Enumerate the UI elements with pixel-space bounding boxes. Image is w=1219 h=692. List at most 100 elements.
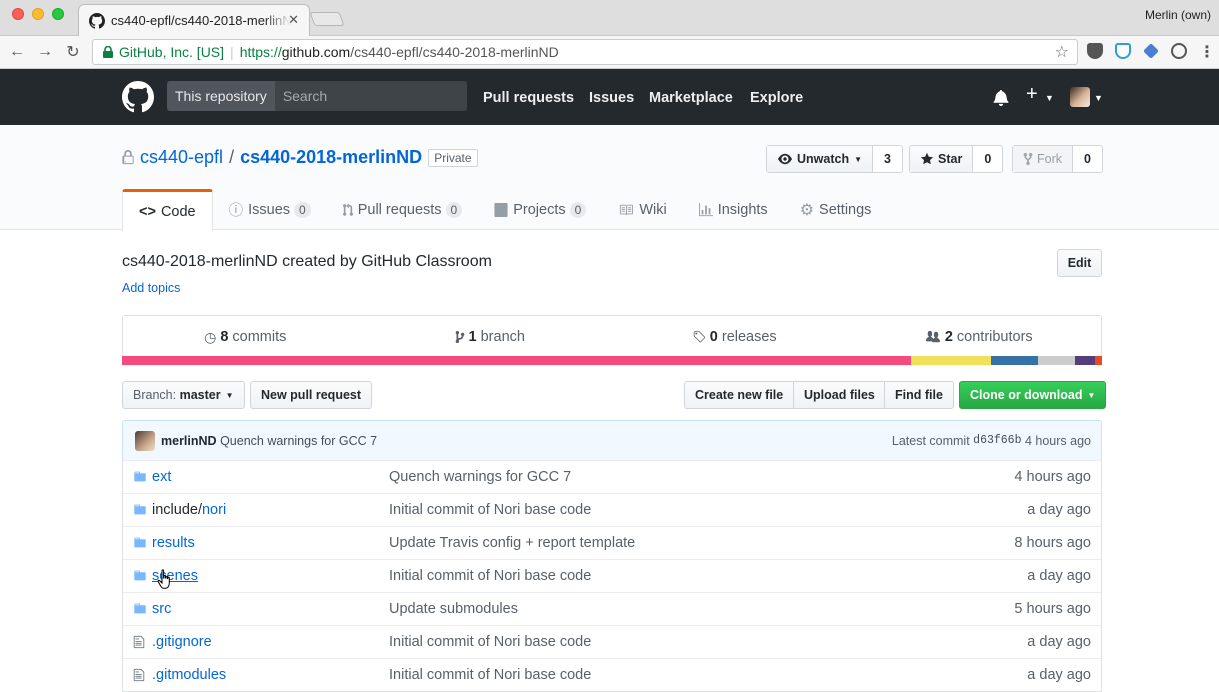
- close-tab-icon[interactable]: ✕: [288, 12, 299, 28]
- fork-count[interactable]: 0: [1073, 146, 1102, 172]
- file-age: a day ago: [1027, 568, 1091, 584]
- create-new-file-button[interactable]: Create new file: [684, 381, 795, 409]
- language-segment[interactable]: [1038, 356, 1075, 365]
- private-badge: Private: [428, 148, 478, 167]
- author-avatar[interactable]: [135, 430, 155, 451]
- file-commit-message[interactable]: Initial commit of Nori base code: [389, 502, 591, 518]
- tab-issues[interactable]: ⓘ Issues 0: [213, 189, 327, 230]
- file-row: ext Quench warnings for GCC 7 4 hours ago: [123, 460, 1101, 493]
- branch-caret-icon: ▼: [225, 390, 234, 400]
- language-segment[interactable]: [910, 356, 992, 365]
- forward-icon[interactable]: →: [34, 41, 56, 63]
- create-new-icon[interactable]: +: [1026, 83, 1038, 106]
- user-avatar[interactable]: [1070, 87, 1090, 107]
- sync-extension-icon[interactable]: [1171, 43, 1187, 59]
- unwatch-button[interactable]: Unwatch ▼: [767, 146, 874, 172]
- fork-button-group: Fork 0: [1012, 145, 1103, 173]
- star-icon: [920, 152, 934, 165]
- code-icon: <>: [139, 203, 156, 220]
- back-icon[interactable]: ←: [6, 41, 28, 63]
- branch-count: 1: [468, 329, 477, 345]
- repo-title-separator: /: [229, 147, 235, 167]
- file-commit-message[interactable]: Initial commit of Nori base code: [389, 667, 591, 683]
- search-input[interactable]: Search: [275, 88, 327, 104]
- github-logo-icon[interactable]: [122, 81, 154, 113]
- upload-files-button[interactable]: Upload files: [793, 381, 886, 409]
- file-name-link[interactable]: .gitmodules: [152, 667, 226, 683]
- tab-code[interactable]: <> Code: [122, 189, 213, 231]
- clone-or-download-button[interactable]: Clone or download ▼: [959, 381, 1107, 409]
- tab-wiki[interactable]: Wiki: [602, 189, 682, 230]
- branch-select-button[interactable]: Branch: master ▼: [122, 381, 245, 409]
- shield-extension-icon[interactable]: [1115, 43, 1131, 59]
- reload-icon[interactable]: ↻: [62, 41, 84, 63]
- tab-pull-requests-label: Pull requests: [357, 201, 442, 218]
- file-name-prefix: include/: [152, 502, 202, 518]
- new-pull-request-button[interactable]: New pull request: [250, 381, 373, 409]
- new-tab-button[interactable]: [309, 12, 345, 26]
- notification-bell-icon[interactable]: [993, 89, 1009, 106]
- repo-owner-link[interactable]: cs440-epfl: [140, 147, 223, 168]
- edit-description-button[interactable]: Edit: [1057, 249, 1102, 277]
- watch-button-group: Unwatch ▼ 3: [766, 145, 903, 173]
- file-commit-message[interactable]: Update Travis config + report template: [389, 535, 635, 551]
- bookmark-star-icon[interactable]: ☆: [1055, 42, 1069, 62]
- folder-icon: [133, 503, 147, 520]
- language-bar[interactable]: [122, 356, 1102, 365]
- create-new-caret-icon[interactable]: ▼: [1045, 93, 1054, 103]
- url-bar[interactable]: GitHub, Inc. [US] | https:// github.com …: [92, 39, 1078, 65]
- file-age: a day ago: [1027, 667, 1091, 683]
- repo-title: cs440-epfl / cs440-2018-merlinND Private: [122, 147, 478, 168]
- file-commit-message[interactable]: Initial commit of Nori base code: [389, 568, 591, 584]
- add-topics-link[interactable]: Add topics: [122, 281, 180, 295]
- graduation-cap-extension-icon[interactable]: [1143, 43, 1159, 59]
- repo-name-link[interactable]: cs440-2018-merlinND: [240, 147, 422, 168]
- close-window-button[interactable]: [12, 8, 24, 20]
- file-name-link[interactable]: .gitignore: [152, 634, 212, 650]
- tab-settings[interactable]: ⚙ Settings: [784, 189, 888, 230]
- file-commit-message[interactable]: Initial commit of Nori base code: [389, 634, 591, 650]
- github-header: This repository Search Pull requests Iss…: [0, 69, 1219, 125]
- language-segment[interactable]: [1074, 356, 1096, 365]
- nav-marketplace[interactable]: Marketplace: [649, 90, 733, 106]
- file-icon: [133, 668, 145, 686]
- file-age: 4 hours ago: [1014, 469, 1091, 485]
- search-box[interactable]: This repository Search: [167, 81, 467, 111]
- user-menu-caret-icon[interactable]: ▼: [1094, 93, 1103, 103]
- commit-author-link[interactable]: merlinND: [161, 434, 217, 448]
- tab-insights[interactable]: Insights: [683, 189, 784, 230]
- star-button[interactable]: Star: [910, 146, 974, 172]
- file-commit-message[interactable]: Update submodules: [389, 601, 518, 617]
- tab-projects[interactable]: Projects 0: [478, 189, 602, 230]
- commit-age: 4 hours ago: [1024, 433, 1091, 448]
- nav-explore[interactable]: Explore: [750, 90, 803, 106]
- language-segment[interactable]: [1095, 356, 1102, 365]
- commit-message-link[interactable]: Quench warnings for GCC 7: [220, 434, 377, 448]
- profile-name[interactable]: Merlin (own): [1145, 8, 1211, 22]
- branch-label: branch: [480, 329, 525, 345]
- browser-tab[interactable]: cs440-epfl/cs440-2018-merlinND ✕: [78, 4, 310, 36]
- file-name-link[interactable]: src: [152, 601, 171, 617]
- minimize-window-button[interactable]: [32, 8, 44, 20]
- file-commit-message[interactable]: Quench warnings for GCC 7: [389, 469, 571, 485]
- find-file-button[interactable]: Find file: [884, 381, 954, 409]
- nav-pull-requests[interactable]: Pull requests: [483, 90, 574, 106]
- pocket-extension-icon[interactable]: [1087, 43, 1103, 59]
- tab-pull-requests[interactable]: Pull requests 0: [327, 189, 479, 230]
- file-name-link[interactable]: nori: [202, 502, 226, 518]
- nav-issues[interactable]: Issues: [589, 90, 634, 106]
- star-count[interactable]: 0: [973, 146, 1002, 172]
- fork-button[interactable]: Fork: [1013, 146, 1073, 172]
- commit-sha-link[interactable]: d63f66b: [973, 434, 1021, 447]
- language-segment[interactable]: [991, 356, 1039, 365]
- browser-menu-icon[interactable]: ⋮: [1196, 41, 1218, 63]
- watch-count[interactable]: 3: [873, 146, 902, 172]
- language-segment[interactable]: [122, 356, 911, 365]
- file-table: ext Quench warnings for GCC 74 hours ago …: [122, 460, 1102, 692]
- maximize-window-button[interactable]: [52, 8, 64, 20]
- folder-icon: [133, 569, 147, 586]
- file-name-link[interactable]: ext: [152, 469, 171, 485]
- file-name-link[interactable]: results: [152, 535, 195, 551]
- tab-wiki-label: Wiki: [639, 201, 667, 218]
- releases-label: releases: [721, 329, 777, 345]
